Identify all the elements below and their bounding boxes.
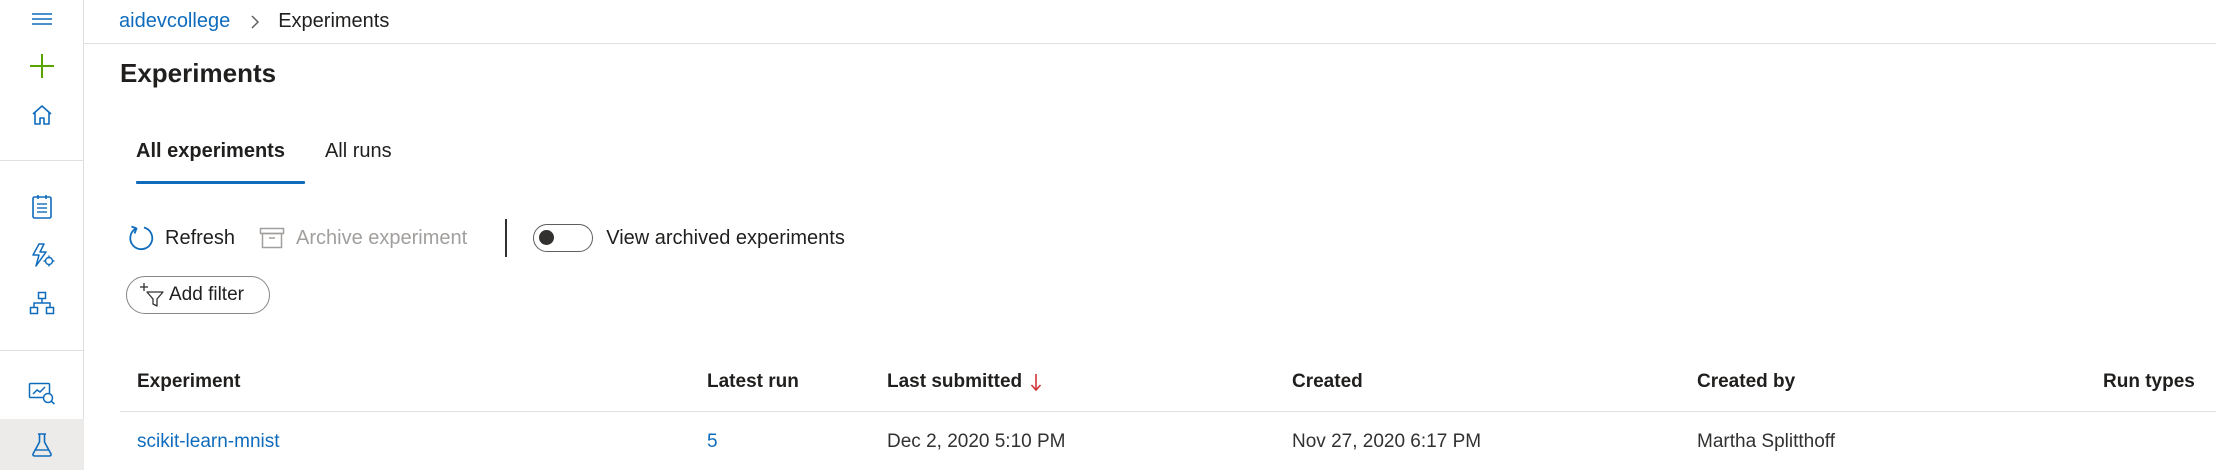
column-header-created-by[interactable]: Created by <box>1697 352 1795 412</box>
column-header-label: Latest run <box>707 371 799 392</box>
column-header-label: Experiment <box>137 371 241 392</box>
archive-icon <box>257 223 287 253</box>
nav-notebooks[interactable] <box>0 184 84 230</box>
nav-home[interactable] <box>0 92 84 138</box>
rail-divider <box>0 350 84 351</box>
left-nav-rail <box>0 0 84 470</box>
tab-all-runs[interactable]: All runs <box>309 136 408 184</box>
experiment-name-link[interactable]: scikit-learn-mnist <box>137 413 280 470</box>
column-header-last-submitted[interactable]: Last submitted <box>887 352 1042 412</box>
rail-divider <box>0 160 84 161</box>
tab-list: All experiments All runs <box>120 136 408 184</box>
toggle-knob <box>539 230 555 245</box>
archive-experiment-button[interactable]: Archive experiment <box>257 223 467 253</box>
column-header-run-types[interactable]: Run types <box>2103 352 2195 412</box>
column-header-label: Run types <box>2103 371 2195 392</box>
plus-icon <box>29 53 55 79</box>
chevron-right-icon <box>250 14 260 30</box>
column-header-created[interactable]: Created <box>1292 352 1363 412</box>
last-submitted-cell: Dec 2, 2020 5:10 PM <box>887 430 1066 452</box>
column-header-label: Created <box>1292 371 1363 392</box>
notebook-icon <box>31 194 53 220</box>
breadcrumb-current: Experiments <box>278 10 390 32</box>
refresh-label: Refresh <box>165 226 236 249</box>
hamburger-menu-button[interactable] <box>0 0 84 42</box>
experiments-icon <box>30 432 54 458</box>
add-filter-icon <box>139 282 165 308</box>
tab-all-experiments[interactable]: All experiments <box>120 136 305 184</box>
view-archived-toggle[interactable] <box>533 224 594 252</box>
breadcrumb: aidevcollege Experiments <box>84 0 2216 44</box>
add-filter-label: Add filter <box>169 284 244 305</box>
hamburger-icon <box>31 11 53 27</box>
latest-run-link[interactable]: 5 <box>707 413 718 470</box>
datasets-icon <box>28 381 56 405</box>
breadcrumb-workspace-link[interactable]: aidevcollege <box>119 10 230 33</box>
column-header-label: Last submitted <box>887 371 1023 392</box>
nav-automated-ml[interactable] <box>0 232 84 278</box>
experiments-table-header: Experiment Latest run Last submitted Cre… <box>120 352 2216 412</box>
create-new-button[interactable] <box>0 43 84 89</box>
nav-experiments[interactable] <box>0 419 84 470</box>
app-window: aidevcollege Experiments Experiments All… <box>0 0 2216 470</box>
toolbar-divider <box>505 219 508 257</box>
table-row[interactable]: scikit-learn-mnist 5 Dec 2, 2020 5:10 PM… <box>120 413 2216 470</box>
archive-experiment-label: Archive experiment <box>296 226 468 249</box>
home-icon <box>30 103 54 127</box>
sort-descending-icon <box>1030 372 1042 392</box>
column-header-label: Created by <box>1697 371 1796 392</box>
created-by-cell: Martha Splitthoff <box>1697 430 1836 452</box>
page-title: Experiments <box>120 58 277 88</box>
nav-designer[interactable] <box>0 280 84 326</box>
refresh-icon <box>126 223 156 253</box>
designer-icon <box>29 291 55 315</box>
column-header-latest-run[interactable]: Latest run <box>707 352 799 412</box>
command-bar: Refresh Archive experiment View archived… <box>126 218 845 258</box>
view-archived-label: View archived experiments <box>606 226 845 249</box>
add-filter-button[interactable]: Add filter <box>126 276 270 314</box>
created-cell: Nov 27, 2020 6:17 PM <box>1292 430 1482 452</box>
refresh-button[interactable]: Refresh <box>126 223 235 253</box>
nav-datasets[interactable] <box>0 370 84 416</box>
automl-icon <box>29 242 55 268</box>
column-header-experiment[interactable]: Experiment <box>137 352 240 412</box>
